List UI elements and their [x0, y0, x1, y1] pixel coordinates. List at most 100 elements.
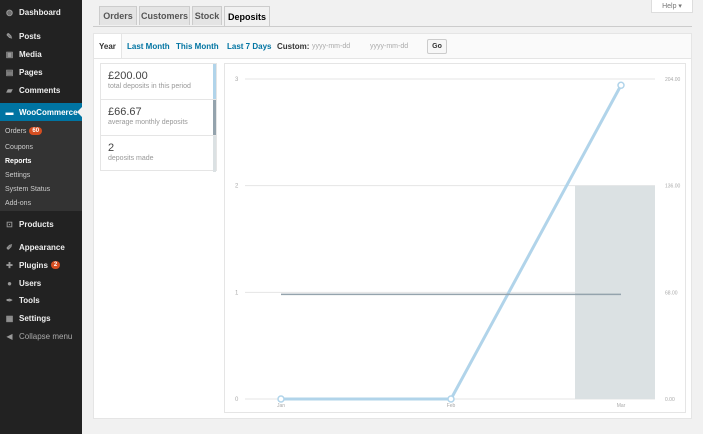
left-axis-tick: 2 [235, 184, 239, 190]
bar [575, 185, 655, 399]
woocommerce-submenu: Orders 60 Coupons Reports Settings System… [0, 121, 82, 211]
menu-label: Tools [19, 295, 40, 305]
range-this-month[interactable]: This Month [176, 34, 219, 58]
end-date-input[interactable]: yyyy-mm-dd [370, 40, 420, 52]
comment-icon: ▰ [6, 85, 13, 95]
submenu-label: Reports [5, 157, 32, 165]
submenu-addons[interactable]: Add-ons [0, 196, 82, 210]
menu-woocommerce[interactable]: ▬ WooCommerce [0, 103, 82, 121]
range-last-7-days[interactable]: Last 7 Days [227, 34, 271, 58]
media-icon: ▣ [5, 49, 14, 59]
tab-customers[interactable]: Customers [139, 6, 190, 25]
collapse-menu[interactable]: ◀ Collapse menu [0, 327, 82, 345]
range-year[interactable]: Year [94, 34, 122, 58]
menu-media[interactable]: ▣ Media [0, 45, 82, 63]
menu-label: Plugins [19, 260, 48, 270]
date-range-bar: Year Last Month This Month Last 7 Days C… [94, 34, 691, 59]
tabs-divider [93, 26, 692, 27]
menu-pages[interactable]: ▤ Pages [0, 63, 82, 81]
plugin-icon: ✚ [6, 260, 13, 270]
x-axis-tick: Mar [617, 403, 626, 409]
legend-item-total[interactable]: £200.00 total deposits in this period [101, 64, 216, 100]
right-axis-tick: 136.00 [665, 184, 681, 190]
left-axis-tick: 1 [235, 290, 239, 296]
orders-count-badge: 60 [29, 127, 43, 135]
data-point [277, 395, 285, 403]
data-point [447, 395, 455, 403]
menu-label: WooCommerce [19, 107, 78, 117]
help-button[interactable]: Help ▾ [651, 0, 693, 13]
collapse-icon: ◀ [6, 331, 13, 341]
menu-tools[interactable]: ✒ Tools [0, 291, 82, 309]
legend-value: 2 [108, 142, 115, 154]
left-axis-tick: 3 [235, 77, 239, 83]
menu-dashboard[interactable]: ◍ Dashboard [0, 3, 82, 21]
chart-canvas: 0 1 2 3 0.00 68.00 136.00 204.00 Jan Feb Mar [235, 77, 681, 409]
legend-item-average[interactable]: £66.67 average monthly deposits [101, 100, 216, 136]
settings-icon: ▦ [5, 313, 14, 323]
pin-icon: ✎ [6, 31, 13, 41]
pages-icon: ▤ [5, 67, 14, 77]
menu-comments[interactable]: ▰ Comments [0, 81, 82, 99]
wrench-icon: ✒ [6, 295, 13, 305]
submenu-orders[interactable]: Orders 60 [0, 124, 82, 138]
tab-orders[interactable]: Orders [99, 6, 137, 25]
submenu-coupons[interactable]: Coupons [0, 140, 82, 154]
x-axis-tick: Jan [277, 403, 285, 409]
plugins-count-badge: 2 [50, 261, 61, 269]
legend-value: £66.67 [108, 106, 142, 118]
legend-color-stripe [213, 64, 216, 99]
tab-stock[interactable]: Stock [192, 6, 222, 25]
left-axis-tick: 0 [235, 397, 239, 403]
start-date-input[interactable]: yyyy-mm-dd [312, 40, 362, 52]
legend-color-stripe [213, 136, 216, 172]
right-axis-tick: 204.00 [665, 77, 681, 83]
deposits-chart: 0 1 2 3 0.00 68.00 136.00 204.00 Jan Feb Mar [224, 63, 686, 413]
brush-icon: ✐ [6, 242, 13, 252]
submenu-label: Add-ons [5, 199, 32, 207]
woocommerce-icon: ▬ [5, 107, 14, 117]
menu-label: Appearance [19, 242, 65, 252]
menu-posts[interactable]: ✎ Posts [0, 27, 82, 45]
menu-label: Collapse menu [19, 331, 73, 341]
legend-label: total deposits in this period [108, 83, 191, 90]
cart-icon: ⊡ [6, 219, 13, 229]
submenu-label: Coupons [5, 143, 34, 151]
menu-label: Media [19, 49, 42, 59]
submenu-reports[interactable]: Reports [0, 154, 82, 168]
report-panel: Year Last Month This Month Last 7 Days C… [93, 33, 692, 419]
menu-label: Dashboard [19, 7, 61, 17]
right-axis-tick: 68.00 [665, 290, 678, 296]
series-line [281, 84, 623, 401]
range-last-month[interactable]: Last Month [127, 34, 170, 58]
menu-label: Comments [19, 85, 61, 95]
submenu-system-status[interactable]: System Status [0, 182, 82, 196]
legend-label: deposits made [108, 155, 154, 162]
menu-products[interactable]: ⊡ Products [0, 215, 82, 233]
custom-range-label: Custom: [277, 41, 310, 51]
legend-item-count[interactable]: 2 deposits made [101, 136, 216, 172]
menu-users[interactable]: ● Users [0, 274, 82, 292]
x-axis-tick: Feb [447, 403, 456, 409]
user-icon: ● [7, 278, 12, 288]
submenu-settings[interactable]: Settings [0, 168, 82, 182]
menu-plugins[interactable]: ✚ Plugins 2 [0, 256, 82, 274]
dashboard-icon: ◍ [6, 7, 13, 17]
menu-label: Posts [19, 31, 41, 41]
data-point [617, 81, 625, 90]
legend-label: average monthly deposits [108, 119, 188, 126]
menu-label: Users [19, 278, 42, 288]
menu-appearance[interactable]: ✐ Appearance [0, 238, 82, 256]
legend-color-stripe [213, 100, 216, 135]
menu-label: Pages [19, 67, 43, 77]
menu-label: Products [19, 219, 54, 229]
menu-settings[interactable]: ▦ Settings [0, 309, 82, 327]
admin-sidebar: ◍ Dashboard ✎ Posts ▣ Media ▤ Pages ▰ Comment… [0, 0, 82, 434]
right-axis-tick: 0.00 [665, 397, 675, 403]
submenu-label: Settings [5, 171, 31, 179]
chart-legend: £200.00 total deposits in this period £6… [100, 63, 217, 172]
go-button[interactable]: Go [427, 39, 447, 54]
submenu-label: Orders [5, 127, 27, 135]
tab-deposits[interactable]: Deposits [224, 6, 270, 27]
submenu-label: System Status [5, 185, 51, 193]
